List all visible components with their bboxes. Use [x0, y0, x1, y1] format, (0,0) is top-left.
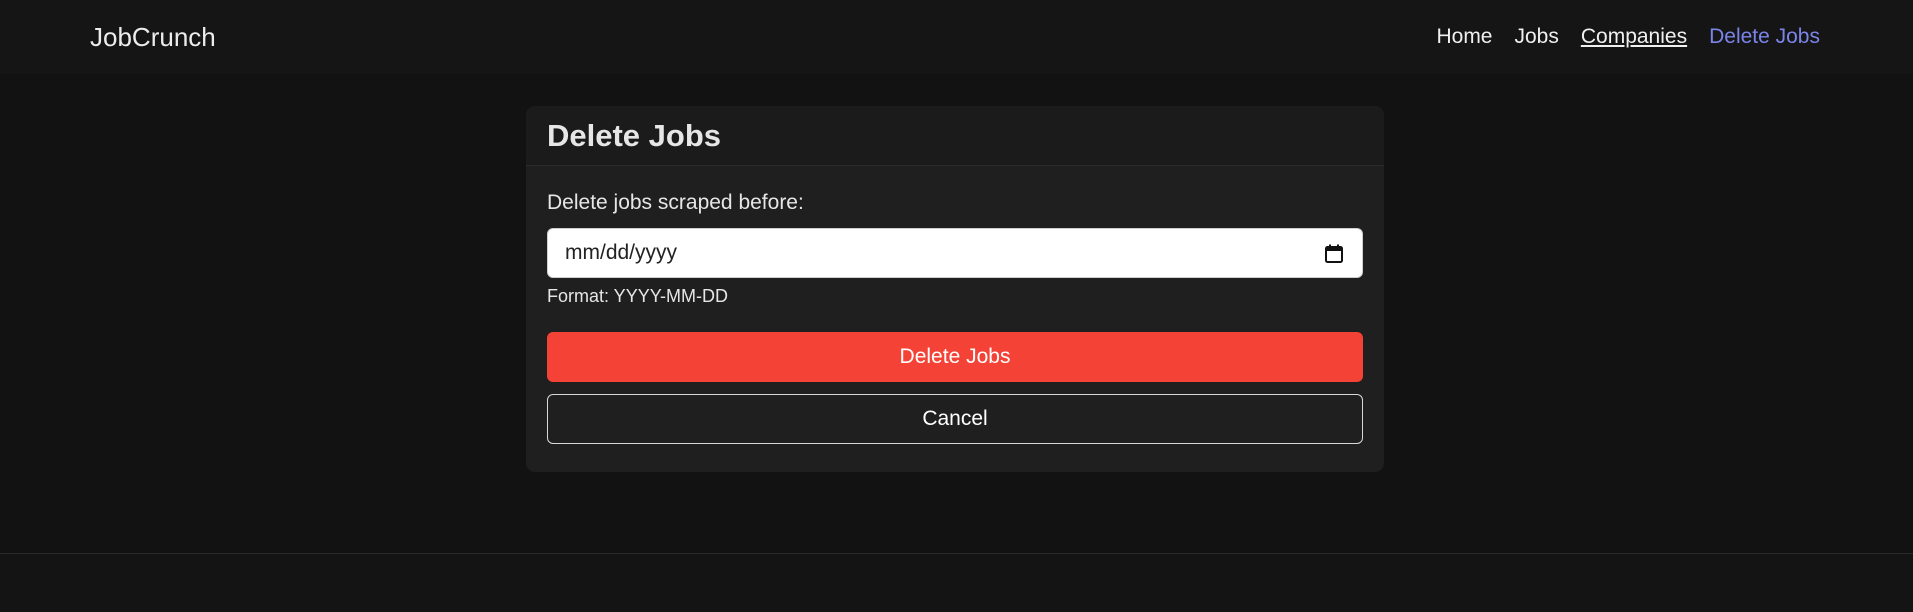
nav-links: Home Jobs Companies Delete Jobs	[1436, 0, 1820, 74]
nav-link-home[interactable]: Home	[1436, 25, 1492, 49]
nav-link-jobs[interactable]: Jobs	[1515, 25, 1559, 49]
card-header: Delete Jobs	[526, 106, 1384, 166]
date-input[interactable]: mm/dd/yyyy	[547, 228, 1363, 278]
brand-logo[interactable]: JobCrunch	[90, 0, 216, 74]
date-field-label: Delete jobs scraped before:	[547, 191, 804, 214]
nav-link-companies[interactable]: Companies	[1581, 25, 1687, 49]
navbar: JobCrunch Home Jobs Companies Delete Job…	[0, 0, 1913, 74]
delete-jobs-card: Delete Jobs Delete jobs scraped before: …	[526, 106, 1384, 472]
card-title: Delete Jobs	[547, 117, 722, 153]
calendar-icon[interactable]	[1323, 242, 1345, 264]
cancel-button[interactable]: Cancel	[547, 394, 1363, 444]
footer	[0, 554, 1913, 612]
format-help-text: Format: YYYY-MM-DD	[547, 286, 729, 306]
card-body: Delete jobs scraped before: mm/dd/yyyy F…	[526, 191, 1384, 444]
nav-link-delete-jobs[interactable]: Delete Jobs	[1709, 25, 1820, 49]
delete-jobs-button[interactable]: Delete Jobs	[547, 332, 1363, 382]
date-input-placeholder: mm/dd/yyyy	[565, 241, 678, 264]
